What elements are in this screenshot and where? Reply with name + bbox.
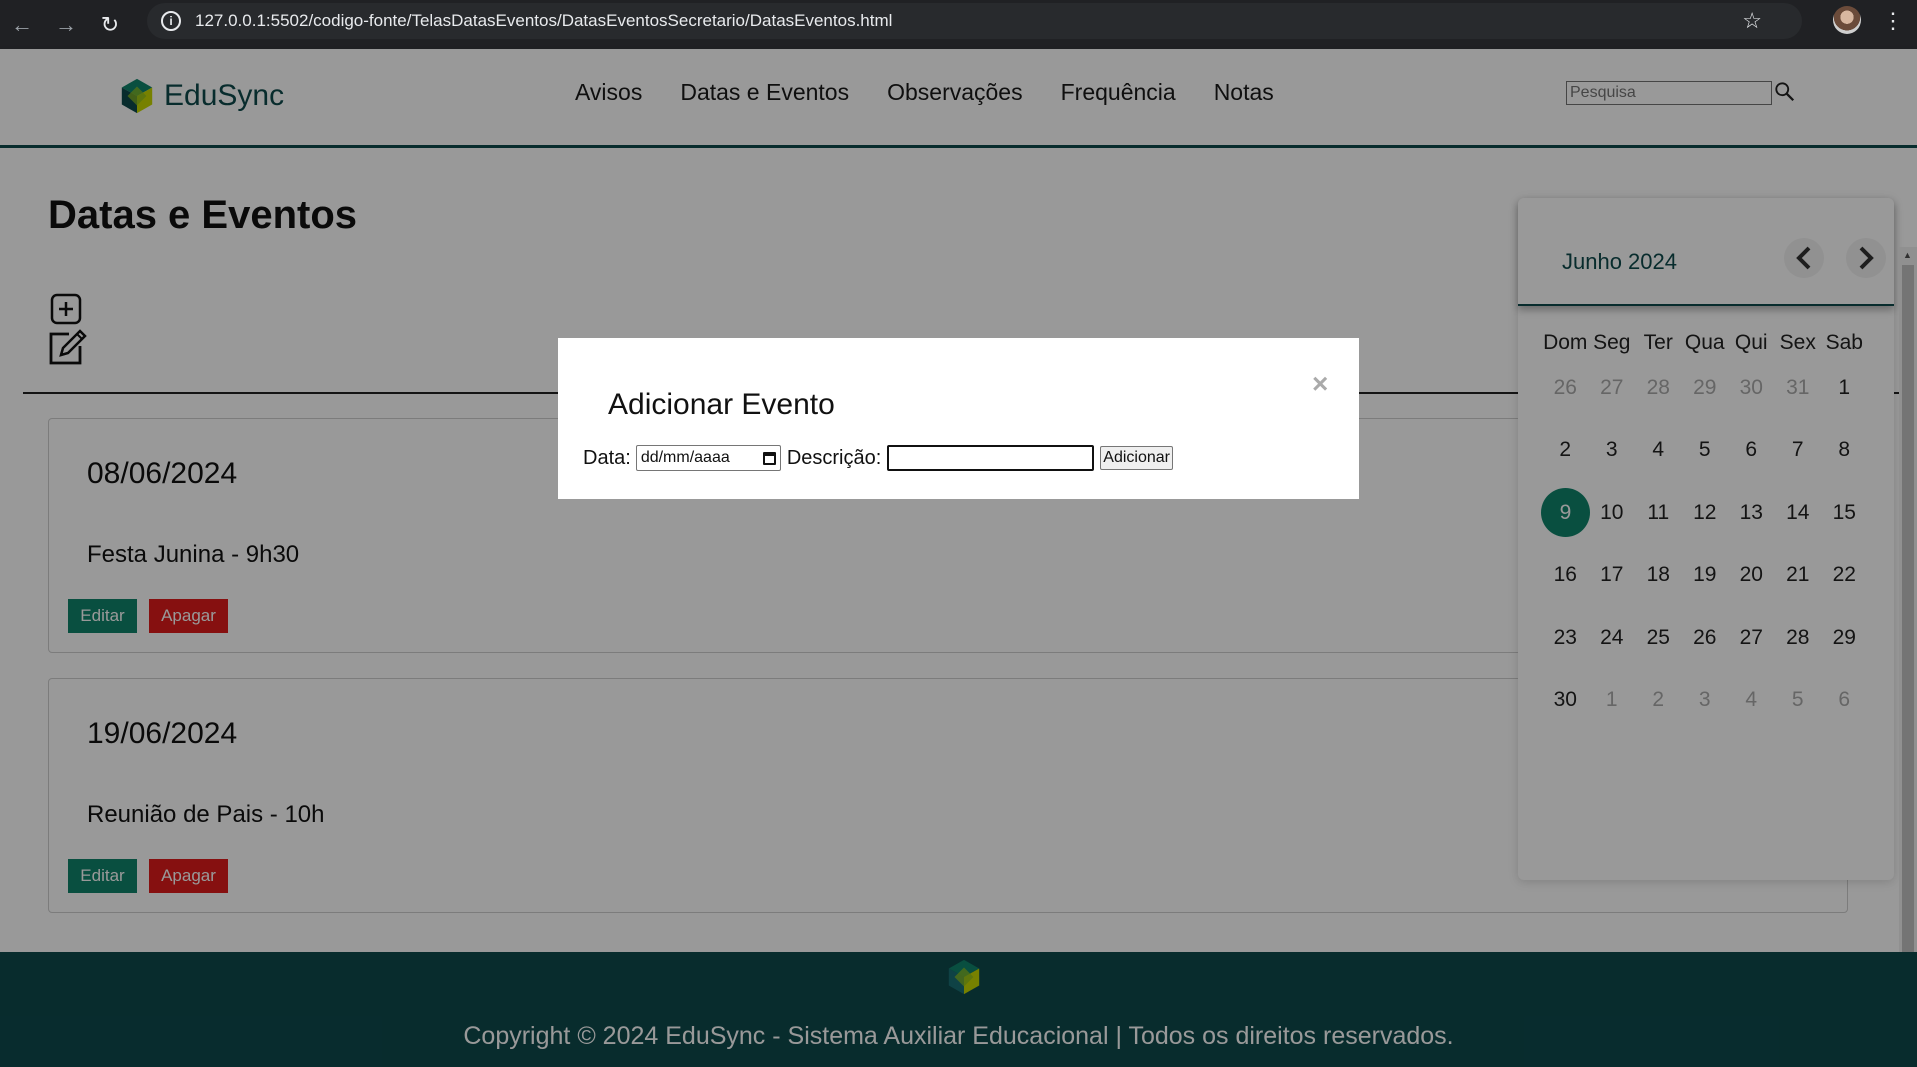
address-bar[interactable]: i 127.0.0.1:5502/codigo-fonte/TelasDatas… <box>147 3 1802 39</box>
forward-icon[interactable]: → <box>44 5 88 45</box>
profile-avatar[interactable] <box>1833 6 1861 34</box>
add-event-modal: Adicionar Evento × Data: dd/mm/aaaa Desc… <box>558 338 1359 499</box>
reload-icon[interactable]: ↻ <box>88 5 132 45</box>
date-label: Data: <box>583 446 631 469</box>
modal-overlay[interactable] <box>0 49 1917 1067</box>
url-text[interactable]: 127.0.0.1:5502/codigo-fonte/TelasDatasEv… <box>195 11 892 31</box>
add-event-submit-button[interactable]: Adicionar <box>1100 446 1173 470</box>
modal-title: Adicionar Evento <box>608 388 835 421</box>
close-icon[interactable]: × <box>1312 368 1328 400</box>
browser-toolbar: ← → ↻ i 127.0.0.1:5502/codigo-fonte/Tela… <box>0 0 1917 49</box>
add-event-form: Data: dd/mm/aaaa Descrição: Adicionar <box>583 445 1173 471</box>
back-icon[interactable]: ← <box>0 5 44 45</box>
calendar-picker-icon[interactable] <box>762 452 776 465</box>
date-input-placeholder: dd/mm/aaaa <box>640 449 730 466</box>
date-input[interactable]: dd/mm/aaaa <box>635 445 781 471</box>
description-input[interactable] <box>887 445 1095 471</box>
description-label: Descrição: <box>786 446 882 469</box>
bookmark-star-icon[interactable]: ☆ <box>1742 8 1762 34</box>
browser-menu-icon[interactable]: ⋮ <box>1882 8 1904 34</box>
site-info-icon[interactable]: i <box>161 11 181 31</box>
